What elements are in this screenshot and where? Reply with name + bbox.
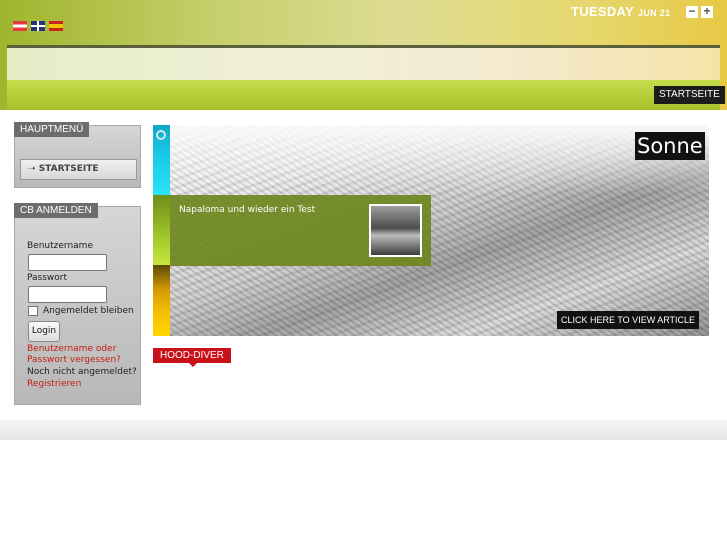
- remember-checkbox[interactable]: [28, 306, 38, 316]
- date-month: JUN 21: [638, 8, 671, 18]
- nav-bar: [7, 80, 720, 110]
- austria-flag-icon[interactable]: [13, 21, 27, 31]
- view-article-button[interactable]: CLICK HERE TO VIEW ARTICLE: [557, 311, 700, 329]
- date-display: TUESDAY JUN 21: [571, 4, 670, 19]
- main-menu-module: HAUPTMENÜ ➝ STARTSEITE: [14, 122, 141, 188]
- page-footer-strip: [0, 420, 727, 440]
- menu-item-label: STARTSEITE: [38, 164, 99, 174]
- slide-tab-3[interactable]: [153, 265, 170, 336]
- slide-headline: Sonne: [635, 132, 705, 160]
- slide-tab-1[interactable]: [153, 125, 170, 195]
- section-tag: HOOD-DIVER: [153, 348, 231, 367]
- header-banner: [7, 48, 720, 80]
- image-slider[interactable]: Napaloma und wieder ein Test Sonne CLICK…: [153, 125, 709, 336]
- menu-item-startseite[interactable]: ➝ STARTSEITE: [20, 159, 137, 180]
- login-module: CB ANMELDEN Benutzername Passwort Angeme…: [14, 203, 141, 405]
- not-registered-text: Noch nicht angemeldet?: [27, 367, 137, 377]
- spain-flag-icon[interactable]: [49, 21, 63, 31]
- username-label: Benutzername: [27, 241, 93, 251]
- password-input[interactable]: [28, 286, 107, 303]
- slide-dot-icon[interactable]: [156, 130, 166, 140]
- arrow-right-icon: ➝: [28, 164, 36, 174]
- login-title: CB ANMELDEN: [14, 203, 98, 218]
- login-button[interactable]: Login: [28, 321, 60, 342]
- remember-label: Angemeldet bleiben: [43, 306, 134, 316]
- forgot-link-line2[interactable]: Passwort vergessen?: [27, 355, 121, 366]
- increase-font-icon[interactable]: +: [701, 5, 713, 18]
- forgot-link-line1[interactable]: Benutzername oder: [27, 344, 116, 355]
- nav-home-link[interactable]: STARTSEITE: [654, 86, 725, 104]
- main-menu-title: HAUPTMENÜ: [14, 122, 90, 137]
- decrease-font-icon[interactable]: −: [686, 5, 698, 18]
- article-thumbnail[interactable]: [369, 204, 422, 257]
- uk-flag-icon[interactable]: [31, 21, 45, 31]
- username-input[interactable]: [28, 254, 107, 271]
- date-day: TUESDAY: [571, 4, 635, 19]
- slide-tab-2[interactable]: [153, 195, 170, 280]
- password-label: Passwort: [27, 273, 68, 283]
- article-panel[interactable]: Napaloma und wieder ein Test: [170, 195, 431, 266]
- article-title[interactable]: Napaloma und wieder ein Test: [179, 205, 315, 215]
- register-link[interactable]: Registrieren: [27, 379, 81, 390]
- slider-sky: [153, 125, 709, 195]
